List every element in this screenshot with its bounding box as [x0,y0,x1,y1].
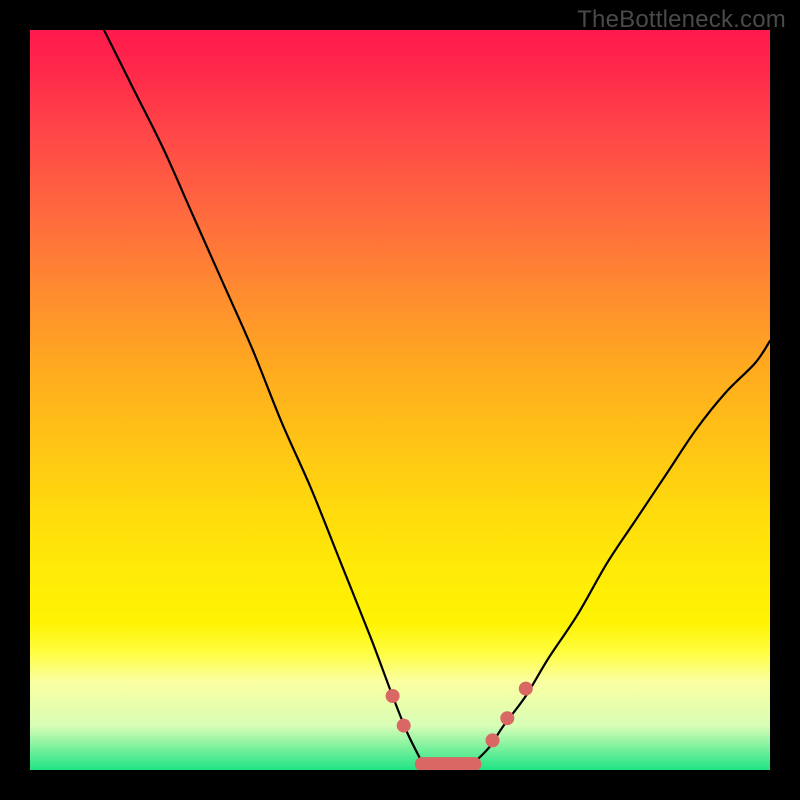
curve-right-branch [474,341,770,763]
marker-dot-2 [486,733,500,747]
marker-dot-1 [397,719,411,733]
chart-frame: TheBottleneck.com [0,0,800,800]
marker-dot-3 [500,711,514,725]
marker-dot-0 [386,689,400,703]
curve-left-branch [104,30,422,763]
marker-dot-4 [519,682,533,696]
chart-overlay [30,30,770,770]
watermark-text: TheBottleneck.com [577,6,786,34]
marker-pill [415,757,482,770]
